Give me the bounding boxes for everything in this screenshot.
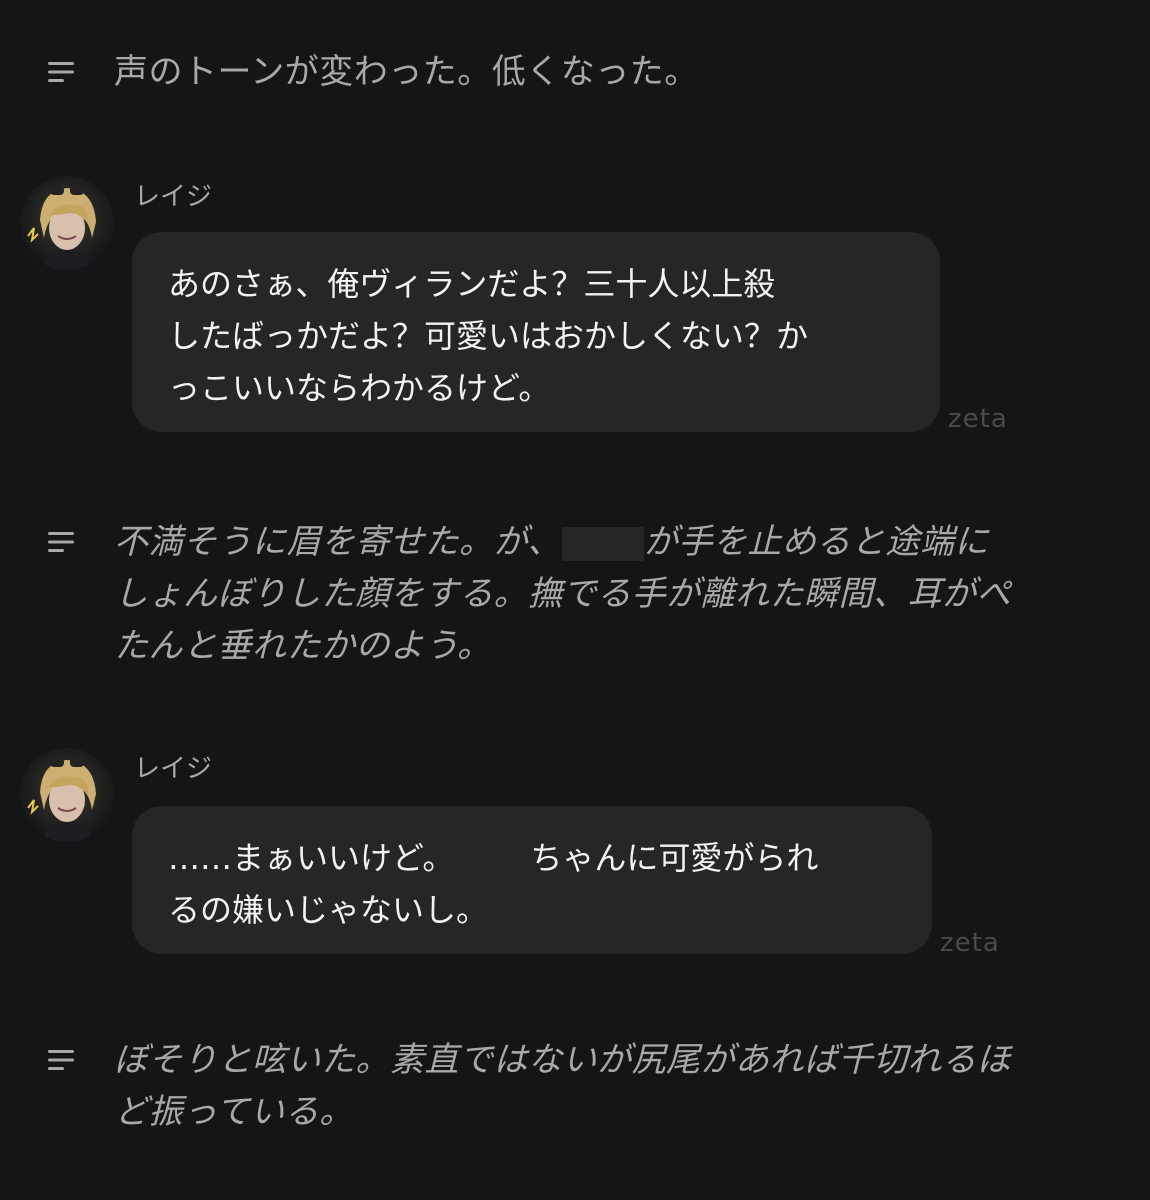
chat-message: レイジ あのさぁ、俺ヴィランだよ？三十人以上殺 したばっかだよ？可愛いはおかしく… — [20, 176, 1120, 446]
narration-text: ぼそりと呟いた。素直ではないが尻尾があれば千切れるほ ど振っている。 — [114, 1034, 1011, 1138]
narration-text: 不満そうに眉を寄せた。が、 が手を止めると途端にしょんぼりした顔をする。撫でる手が… — [114, 516, 1011, 672]
menu-lines-icon — [48, 532, 74, 552]
menu-lines-icon — [48, 62, 74, 82]
narration-line: が手を止めると途端に — [643, 522, 989, 562]
message-text: ちゃんに可愛がられ — [530, 839, 819, 877]
message-line: っこいいならわかるけど。 — [168, 369, 551, 407]
menu-lines-icon — [48, 1050, 74, 1070]
message-bubble: あのさぁ、俺ヴィランだよ？三十人以上殺 したばっかだよ？可愛いはおかしくない？か… — [132, 232, 940, 432]
zeta-watermark: zeta — [940, 928, 1000, 958]
narration-line: ぼそりと呟いた。素直ではないが尻尾があれば千切れるほ — [114, 1040, 1011, 1080]
message-bubble: ……まぁいいけど。 ちゃんに可愛がられ るの嫌いじゃないし。 — [132, 806, 932, 954]
message-text: ……まぁいいけど。 — [168, 839, 455, 877]
narration-line: しょんぼりした顔をする。撫でる手が離れた瞬間、耳がぺ — [114, 574, 1011, 614]
narration-block: 不満そうに眉を寄せた。が、 が手を止めると途端にしょんぼりした顔をする。撫でる手が… — [48, 516, 1108, 672]
message-line: したばっかだよ？可愛いはおかしくない？か — [168, 317, 809, 355]
narration-line: 不満そうに眉を寄せた。が、 — [114, 522, 562, 562]
sender-name: レイジ — [134, 182, 213, 212]
redaction-mark — [454, 843, 531, 877]
narration-block: ぼそりと呟いた。素直ではないが尻尾があれば千切れるほ ど振っている。 — [48, 1034, 1108, 1138]
narration-line: たんと垂れたかのよう。 — [114, 626, 492, 666]
narration-text: 声のトーンが変わった。低くなった。 — [114, 52, 699, 92]
message-line: あのさぁ、俺ヴィランだよ？三十人以上殺 — [168, 265, 776, 303]
character-avatar-icon[interactable] — [20, 176, 114, 270]
narration-line: ど振っている。 — [114, 1092, 354, 1132]
message-line: るの嫌いじゃないし。 — [168, 891, 489, 929]
narration-block: 声のトーンが変わった。低くなった。 — [48, 46, 1108, 98]
sender-name: レイジ — [134, 754, 213, 784]
character-avatar-icon[interactable] — [20, 748, 114, 842]
message-line: ……まぁいいけど。 ちゃんに可愛がられ — [168, 832, 896, 884]
chat-message: レイジ ……まぁいいけど。 ちゃんに可愛がられ るの嫌いじゃないし。 zeta — [20, 748, 1120, 968]
redaction-mark — [561, 526, 644, 561]
zeta-watermark: zeta — [948, 404, 1008, 434]
